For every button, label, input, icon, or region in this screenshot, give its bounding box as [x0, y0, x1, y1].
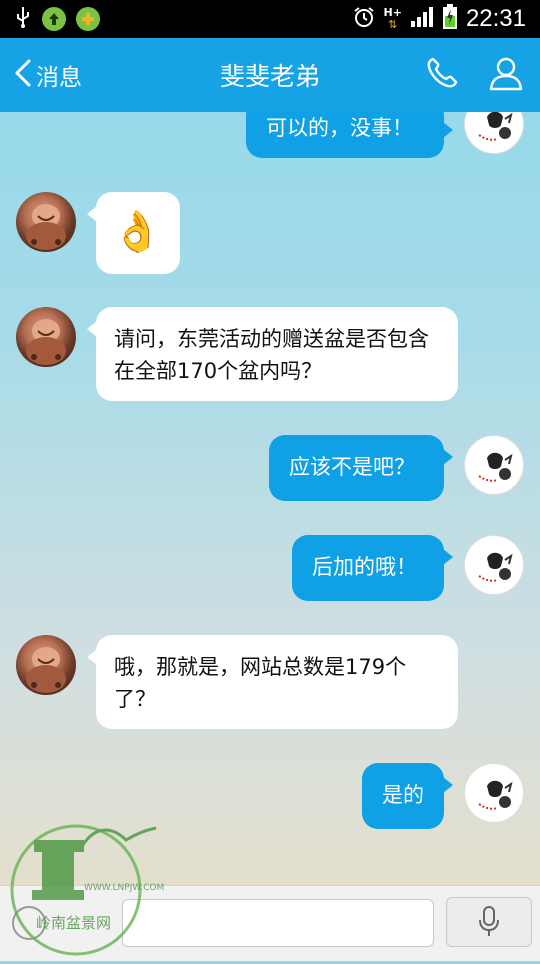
status-time: 22:31 — [465, 5, 526, 32]
message-composer — [0, 885, 540, 961]
call-button[interactable] — [424, 55, 460, 95]
microphone-icon — [479, 906, 499, 936]
security-app-icon — [76, 7, 100, 31]
contact-avatar[interactable] — [16, 307, 76, 367]
phone-icon — [427, 57, 458, 88]
contact-avatar[interactable] — [16, 192, 76, 252]
message-text: 哦，那就是，网站总数是179个了？ — [114, 655, 407, 711]
message-text: 可以的，没事！ — [266, 116, 413, 140]
outgoing-message[interactable]: 可以的，没事！ — [246, 112, 453, 158]
incoming-message[interactable]: 哦，那就是，网站总数是179个了？ — [87, 635, 458, 729]
chat-header: 消息 斐斐老弟 — [0, 38, 540, 112]
usb-icon — [14, 5, 32, 33]
chevron-left-icon — [14, 58, 32, 92]
message-text: 请问，东莞活动的赠送盆是否包含在全部170个盆内吗？ — [114, 327, 429, 383]
ok-hand-emoji: 👌 — [112, 209, 162, 255]
upload-app-icon — [42, 7, 66, 31]
back-button[interactable]: 消息 — [0, 58, 82, 92]
user-icon — [489, 57, 523, 91]
my-avatar[interactable] — [464, 763, 524, 823]
contact-avatar[interactable] — [16, 635, 76, 695]
emoji-button[interactable] — [12, 906, 46, 940]
profile-button[interactable] — [488, 55, 524, 95]
my-avatar[interactable] — [464, 435, 524, 495]
outgoing-message[interactable]: 应该不是吧？ — [269, 435, 453, 501]
message-input[interactable] — [122, 899, 434, 947]
status-bar: H+ ⇅ 22:31 — [0, 0, 540, 38]
battery-charging-icon — [442, 4, 458, 34]
my-avatar[interactable] — [464, 112, 524, 154]
network-type-icon: H+ ⇅ — [383, 6, 402, 31]
message-list[interactable]: 可以的，没事！ 👌 请问，东莞活动的赠送盆是否包含在全部170个盆内吗？ 应该不… — [0, 112, 540, 885]
voice-button[interactable] — [446, 897, 532, 947]
my-avatar[interactable] — [464, 535, 524, 595]
alarm-icon — [352, 5, 376, 33]
message-text: 应该不是吧？ — [289, 455, 415, 479]
outgoing-message[interactable]: 是的 — [362, 763, 453, 829]
message-text: 后加的哦！ — [312, 555, 417, 579]
incoming-message[interactable]: 请问，东莞活动的赠送盆是否包含在全部170个盆内吗？ — [87, 307, 458, 401]
message-text: 是的 — [382, 783, 424, 807]
incoming-message[interactable]: 👌 — [87, 192, 180, 274]
signal-icon — [410, 6, 434, 32]
outgoing-message[interactable]: 后加的哦！ — [292, 535, 453, 601]
back-label: 消息 — [36, 65, 82, 91]
